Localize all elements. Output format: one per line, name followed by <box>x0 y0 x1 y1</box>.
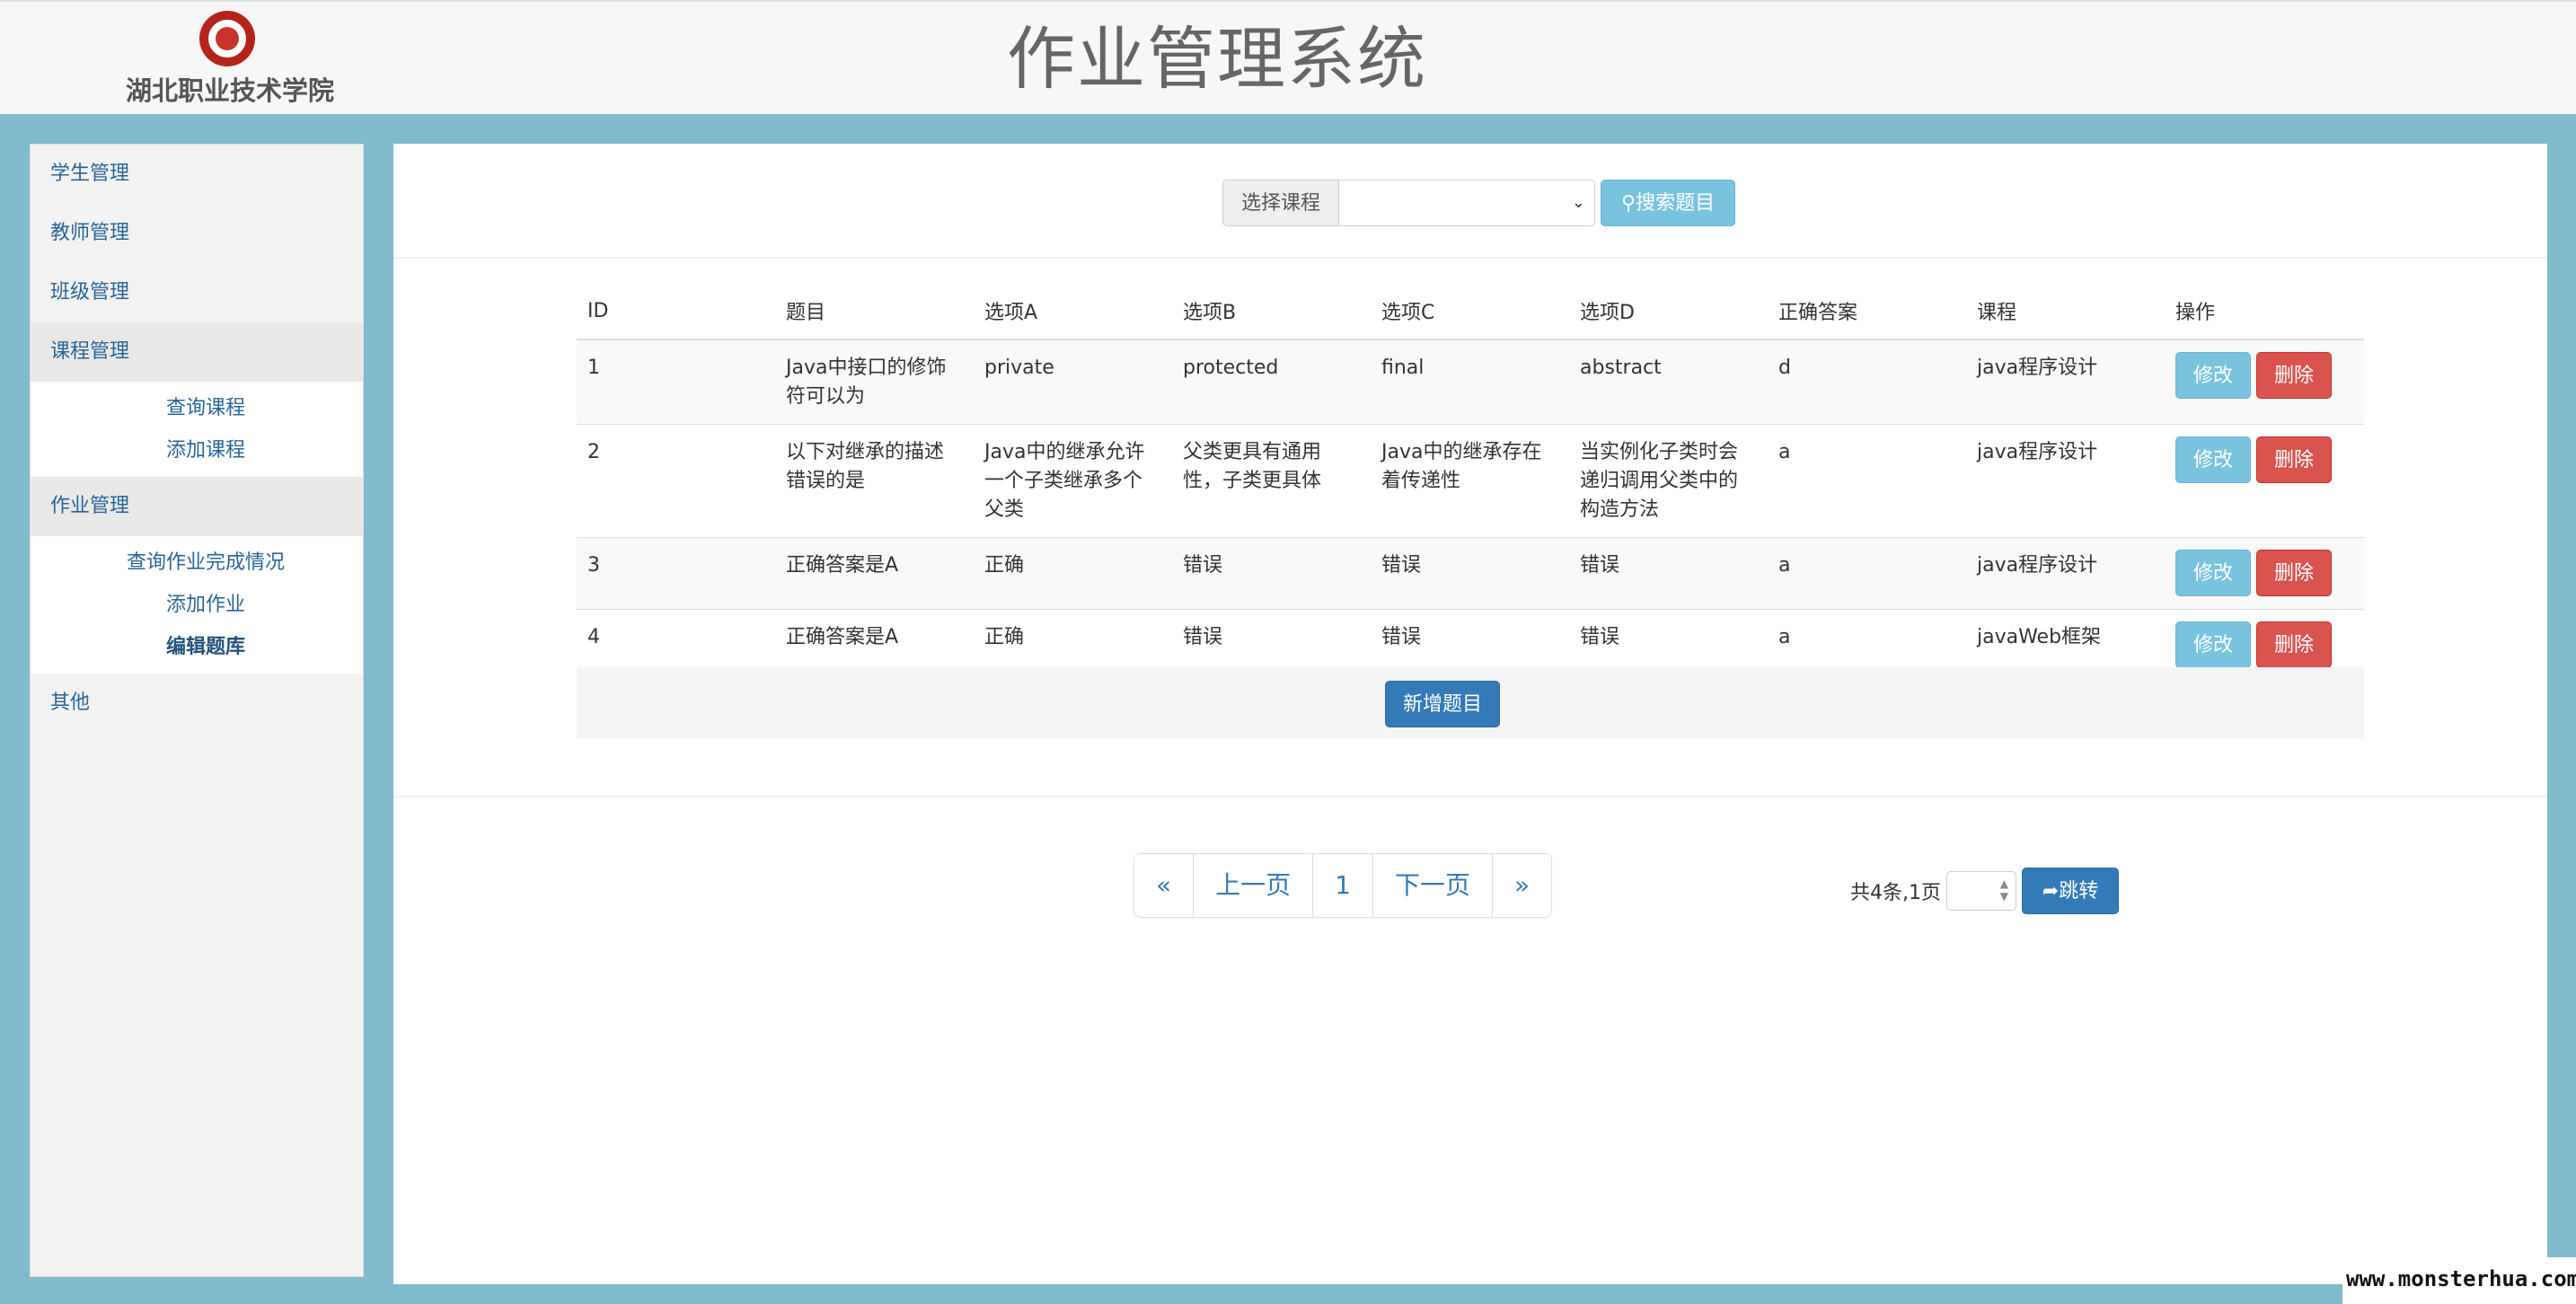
delete-button[interactable]: 删除 <box>2256 550 2332 596</box>
table-row: 3 正确答案是A 正确 错误 错误 错误 a java程序设计 修改 删除 <box>577 537 2364 610</box>
spinner-icon[interactable]: ▲ ▼ <box>2000 877 2008 903</box>
page-jump: 共4条,1页 ▲ ▼ ➦跳转 <box>1850 868 2119 914</box>
pagination-first[interactable]: « <box>1134 854 1195 917</box>
sidebar-subitem-add-course[interactable]: 添加课程 <box>31 429 363 471</box>
table-cell: d <box>1768 339 1966 425</box>
table-cell: Java中接口的修饰符可以为 <box>775 339 974 425</box>
sidebar-item-course[interactable]: 课程管理 <box>31 322 363 382</box>
edit-button[interactable]: 修改 <box>2175 621 2251 668</box>
sidebar-submenu-course: 查询课程 添加课程 <box>31 382 363 477</box>
question-table: ID 题目 选项A 选项B 选项C 选项D 正确答案 课程 操作 1 Java中… <box>577 283 2364 681</box>
table-cell: 正确答案是A <box>775 537 974 610</box>
sidebar-subitem-query-course[interactable]: 查询课程 <box>31 387 363 429</box>
edit-button[interactable]: 修改 <box>2175 352 2251 399</box>
column-header: 题目 <box>775 283 974 340</box>
table-row: 1 Java中接口的修饰符可以为 private protected final… <box>577 339 2364 425</box>
sidebar-item-class[interactable]: 班级管理 <box>31 263 363 322</box>
column-header: 选项D <box>1569 283 1768 340</box>
table-cell: private <box>974 339 1172 425</box>
course-select-label: 选择课程 <box>1222 180 1339 226</box>
column-header: 选项B <box>1172 283 1371 340</box>
table-cell: final <box>1371 339 1569 425</box>
table-cell: 3 <box>577 537 775 610</box>
table-cell: 错误 <box>1172 537 1371 610</box>
table-footer: 新增题目 <box>577 667 2364 739</box>
divider <box>393 257 2547 259</box>
sidebar-item-homework[interactable]: 作业管理 <box>31 477 363 536</box>
total-count: 共4条,1页 <box>1850 882 1941 904</box>
table-row: 2 以下对继承的描述错误的是 Java中的继承允许一个子类继承多个父类 父类更具… <box>577 424 2364 538</box>
table-cell: java程序设计 <box>1966 537 2165 610</box>
table-cell: 当实例化子类时会递归调用父类中的构造方法 <box>1569 424 1768 538</box>
search-button-label: 搜索题目 <box>1636 192 1716 215</box>
column-header: ID <box>577 283 775 340</box>
column-header: 课程 <box>1966 283 2165 340</box>
table-cell: 2 <box>577 424 775 538</box>
page-number-input[interactable]: ▲ ▼ <box>1946 871 2016 911</box>
table-cell: 错误 <box>1371 537 1569 610</box>
pagination-next[interactable]: 下一页 <box>1372 854 1493 917</box>
header: 湖北职业技术学院 作业管理系统 <box>0 0 2576 114</box>
column-header: 选项A <box>974 283 1172 340</box>
school-logo <box>199 11 255 66</box>
table-cell: 正确 <box>974 537 1172 610</box>
table-cell: abstract <box>1569 339 1768 425</box>
pagination-last[interactable]: » <box>1493 854 1552 917</box>
table-cell: Java中的继承允许一个子类继承多个父类 <box>974 424 1172 538</box>
delete-button[interactable]: 删除 <box>2256 621 2332 668</box>
sidebar-item-student[interactable]: 学生管理 <box>31 145 363 204</box>
column-header: 选项C <box>1371 283 1569 340</box>
actions-cell: 修改 删除 <box>2165 424 2364 538</box>
add-question-button[interactable]: 新增题目 <box>1385 681 1500 727</box>
sidebar-item-teacher[interactable]: 教师管理 <box>31 204 363 263</box>
table-cell: java程序设计 <box>1966 424 2165 538</box>
pagination-page[interactable]: 1 <box>1313 854 1373 917</box>
edit-button[interactable]: 修改 <box>2175 436 2251 483</box>
table-cell: a <box>1768 424 1966 538</box>
search-bar: 选择课程 ⌄ ⚲搜索题目 <box>1222 180 1736 226</box>
sidebar-subitem-query-completion[interactable]: 查询作业完成情况 <box>31 542 363 584</box>
actions-cell: 修改 删除 <box>2165 339 2364 425</box>
sidebar-submenu-homework: 查询作业完成情况 添加作业 编辑题库 <box>31 536 363 674</box>
share-arrow-icon: ➦ <box>2042 880 2060 903</box>
page-title: 作业管理系统 <box>1007 19 1427 99</box>
chevron-down-icon: ⌄ <box>1571 193 1586 212</box>
sidebar-subitem-add-homework[interactable]: 添加作业 <box>31 584 363 626</box>
column-header: 操作 <box>2165 283 2364 340</box>
table-cell: Java中的继承存在着传递性 <box>1371 424 1569 538</box>
table-cell: 父类更具有通用性，子类更具体 <box>1172 424 1371 538</box>
divider <box>393 796 2547 797</box>
jump-button[interactable]: ➦跳转 <box>2022 868 2119 914</box>
table-header-row: ID 题目 选项A 选项B 选项C 选项D 正确答案 课程 操作 <box>577 283 2364 340</box>
pagination-prev[interactable]: 上一页 <box>1194 854 1314 917</box>
table-cell: protected <box>1172 339 1371 425</box>
delete-button[interactable]: 删除 <box>2256 436 2332 483</box>
table-cell: a <box>1768 537 1966 610</box>
search-button[interactable]: ⚲搜索题目 <box>1601 180 1736 226</box>
table-cell: 错误 <box>1569 537 1768 610</box>
course-select[interactable]: ⌄ <box>1338 180 1596 226</box>
watermark: www.monsterhua.com <box>2342 1257 2576 1304</box>
sidebar-subitem-edit-bank[interactable]: 编辑题库 <box>31 626 363 668</box>
actions-cell: 修改 删除 <box>2165 537 2364 610</box>
main-panel: 选择课程 ⌄ ⚲搜索题目 ID 题目 选项A 选项B 选项C 选项D 正确答案 … <box>393 144 2547 1284</box>
sidebar: 学生管理 教师管理 班级管理 课程管理 查询课程 添加课程 作业管理 查询作业完… <box>30 144 364 1277</box>
table-cell: 以下对继承的描述错误的是 <box>775 424 974 538</box>
jump-button-label: 跳转 <box>2059 880 2099 903</box>
table-cell: 1 <box>577 339 775 425</box>
search-icon: ⚲ <box>1620 192 1636 215</box>
delete-button[interactable]: 删除 <box>2256 352 2332 399</box>
column-header: 正确答案 <box>1768 283 1966 340</box>
watermark-text: www.monsterhua.com <box>2346 1266 2576 1291</box>
pagination: « 上一页 1 下一页 » <box>1134 853 1553 918</box>
sidebar-item-other[interactable]: 其他 <box>31 674 363 733</box>
school-name: 湖北职业技术学院 <box>125 75 334 106</box>
edit-button[interactable]: 修改 <box>2175 550 2251 596</box>
table-cell: java程序设计 <box>1966 339 2165 425</box>
